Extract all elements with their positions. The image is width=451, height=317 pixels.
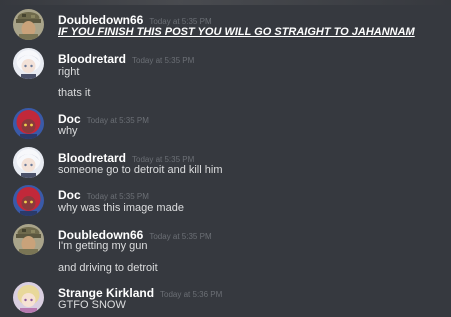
timestamp: Today at 5:36 PM [160,290,223,299]
message-text: why was this image made [58,202,184,214]
white-hair-anime-avatar[interactable] [13,48,44,79]
timestamp: Today at 5:35 PM [132,56,195,65]
message-group: Doubledown66 Today at 5:35 PM I'm getting… [0,221,451,279]
timestamp: Today at 5:35 PM [132,155,195,164]
white-hair-anime-avatar[interactable] [13,147,44,178]
message-group: Doc Today at 5:35 PM why was this image m… [0,182,451,220]
timestamp: Today at 5:35 PM [149,232,212,241]
username[interactable]: Bloodretard [58,52,126,66]
red-hair-anime-avatar[interactable] [13,185,44,216]
camo-hat-avatar[interactable] [13,224,44,255]
message-group: Doc Today at 5:35 PM why [0,105,451,143]
username[interactable]: Doubledown66 [58,13,143,27]
timestamp: Today at 5:35 PM [86,116,149,125]
message-text-emphasis: IF YOU FINISH THIS POST YOU WILL GO STRA… [58,26,415,38]
blonde-anime-avatar[interactable] [13,282,44,313]
message-text: right [58,66,80,78]
message-text: IF YOU FINISH THIS POST YOU WILL GO STRA… [58,26,415,38]
message-group: Doubledown66 Today at 5:35 PM IF YOU FINI… [0,0,451,45]
timestamp: Today at 5:35 PM [86,192,149,201]
username[interactable]: Bloodretard [58,151,126,165]
message-text: GTFO SNOW [58,299,126,311]
username[interactable]: Doc [58,188,81,202]
message-group: Strange Kirkland Today at 5:36 PM GTFO SN… [0,279,451,317]
username[interactable]: Doc [58,112,81,126]
camo-hat-avatar[interactable] [13,9,44,40]
message-group: Bloodretard Today at 5:35 PM right thats … [0,45,451,105]
username[interactable]: Strange Kirkland [58,286,154,300]
message-text: thats it [58,87,91,99]
message-group: Bloodretard Today at 5:35 PM someone go t… [0,144,451,182]
message-text: I'm getting my gun [58,240,148,252]
timestamp: Today at 5:35 PM [149,17,212,26]
message-text: someone go to detroit and kill him [58,164,223,176]
message-text: and driving to detroit [58,262,158,274]
red-hair-anime-avatar[interactable] [13,108,44,139]
message-text: why [58,125,78,137]
